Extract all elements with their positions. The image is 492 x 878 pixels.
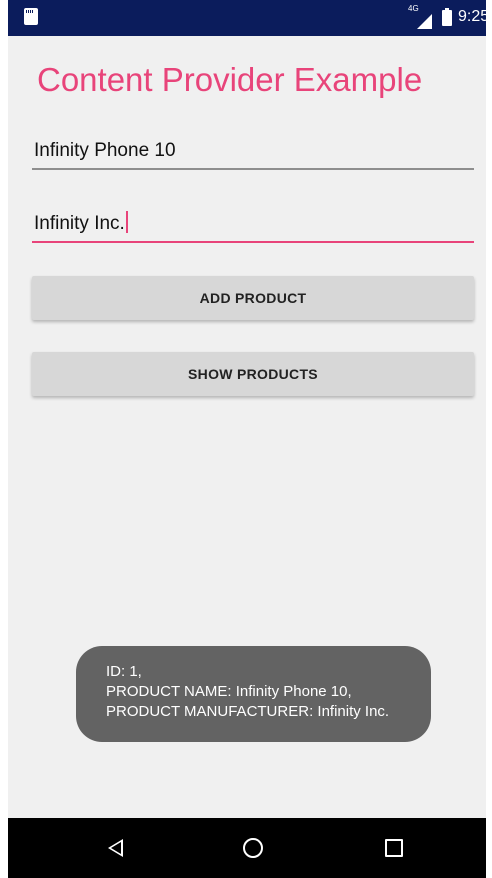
home-icon[interactable] [243, 838, 263, 858]
phone-frame: 4G 9:25 Content Provider Example Infinit… [8, 0, 490, 878]
toast-line-manufacturer: PRODUCT MANUFACTURER: Infinity Inc. [106, 703, 390, 720]
battery-charging-icon [442, 8, 452, 26]
signal-icon [417, 14, 432, 29]
network-type-label: 4G [408, 4, 419, 13]
text-cursor [125, 211, 128, 233]
toast-message: ID: 1, PRODUCT NAME: Infinity Phone 10, … [76, 646, 431, 742]
manufacturer-field[interactable]: Infinity Inc. [32, 201, 474, 243]
manufacturer-value-wrap: Infinity Inc. [34, 211, 128, 235]
show-products-button[interactable]: SHOW PRODUCTS [32, 352, 474, 396]
add-product-button[interactable]: ADD PRODUCT [32, 276, 474, 320]
app-content: Content Provider Example Infinity Phone … [8, 36, 486, 818]
manufacturer-value: Infinity Inc. [34, 213, 125, 234]
status-bar: 4G 9:25 [8, 0, 490, 36]
recent-apps-icon[interactable] [385, 839, 403, 857]
navigation-bar [8, 818, 486, 878]
toast-line-id: ID: 1, [106, 663, 142, 680]
page-title: Content Provider Example [37, 61, 423, 98]
status-time: 9:25 [458, 8, 490, 25]
product-name-field[interactable]: Infinity Phone 10 [32, 128, 474, 170]
back-icon[interactable] [108, 839, 123, 857]
toast-line-product-name: PRODUCT NAME: Infinity Phone 10, [106, 683, 352, 700]
sd-card-icon [24, 8, 38, 25]
product-name-value: Infinity Phone 10 [34, 140, 176, 161]
